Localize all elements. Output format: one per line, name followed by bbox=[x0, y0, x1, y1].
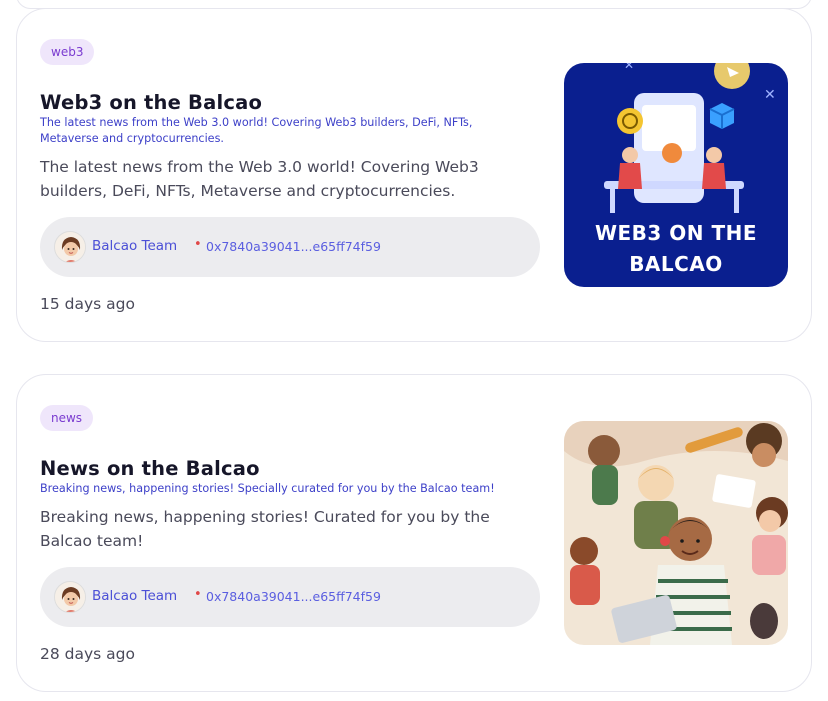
article-thumbnail[interactable] bbox=[564, 421, 788, 645]
category-tag[interactable]: web3 bbox=[40, 39, 95, 65]
thumbnail-caption-line1: WEB3 ON THE bbox=[594, 221, 758, 245]
separator-dot: • bbox=[194, 587, 202, 602]
wallet-address-link[interactable]: 0x7840a39041...e65ff74f59 bbox=[206, 239, 381, 254]
avatar bbox=[54, 581, 86, 613]
author-name-link[interactable]: Balcao Team bbox=[92, 238, 177, 254]
article-description: Breaking news, happening stories! Curate… bbox=[40, 508, 490, 550]
wallet-address-link[interactable]: 0x7840a39041...e65ff74f59 bbox=[206, 589, 381, 604]
article-title[interactable]: News on the Balcao bbox=[40, 457, 260, 480]
article-card[interactable]: news News on the Balcao Breaking news, h… bbox=[16, 374, 812, 692]
article-title[interactable]: Web3 on the Balcao bbox=[40, 91, 262, 114]
author-bar[interactable]: Balcao Team • 0x7840a39041...e65ff74f59 bbox=[40, 217, 540, 277]
author-name-link[interactable]: Balcao Team bbox=[92, 588, 177, 604]
svg-text:✕: ✕ bbox=[764, 87, 776, 103]
category-tag[interactable]: news bbox=[40, 405, 94, 431]
thumbnail-caption-line2: BALCAO bbox=[629, 252, 723, 276]
article-subtitle: Breaking news, happening stories! Specia… bbox=[40, 482, 495, 495]
article-subtitle: The latest news from the Web 3.0 world! … bbox=[40, 116, 473, 145]
article-date: 15 days ago bbox=[40, 295, 135, 313]
avatar bbox=[54, 231, 86, 263]
separator-dot: • bbox=[194, 237, 202, 252]
svg-text:✕: ✕ bbox=[624, 63, 634, 72]
article-thumbnail[interactable]: ✕ ✕ WEB3 ON THE BALCAO bbox=[564, 63, 788, 287]
author-bar[interactable]: Balcao Team • 0x7840a39041...e65ff74f59 bbox=[40, 567, 540, 627]
article-card[interactable]: web3 Web3 on the Balcao The latest news … bbox=[16, 8, 812, 342]
article-description: The latest news from the Web 3.0 world! … bbox=[40, 158, 479, 200]
article-date: 28 days ago bbox=[40, 645, 135, 663]
news-illustration bbox=[564, 421, 788, 645]
